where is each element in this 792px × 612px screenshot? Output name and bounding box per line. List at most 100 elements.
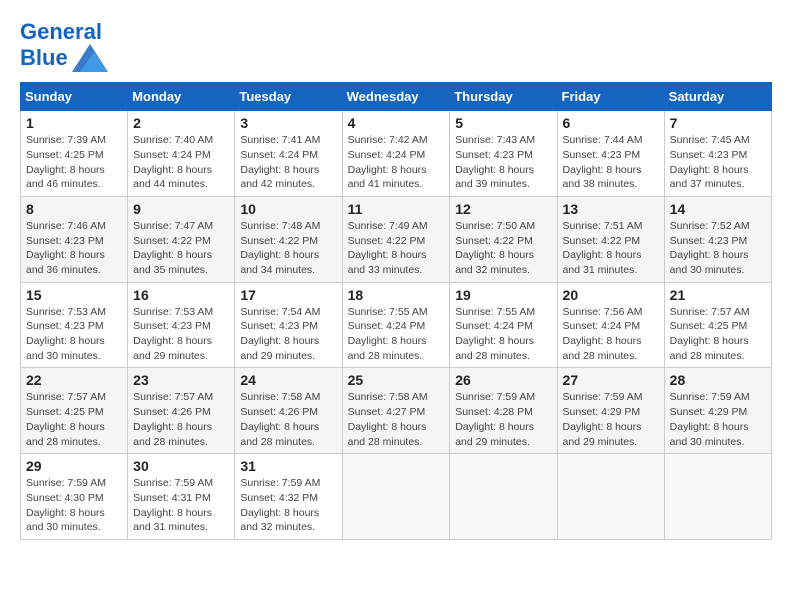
day-info: Sunrise: 7:57 AM Sunset: 4:25 PM Dayligh… bbox=[26, 390, 122, 449]
day-number: 16 bbox=[133, 287, 229, 303]
calendar-cell bbox=[450, 454, 557, 540]
day-number: 29 bbox=[26, 458, 122, 474]
day-info: Sunrise: 7:57 AM Sunset: 4:25 PM Dayligh… bbox=[670, 305, 766, 364]
calendar-table: SundayMondayTuesdayWednesdayThursdayFrid… bbox=[20, 82, 772, 540]
calendar-cell: 11 Sunrise: 7:49 AM Sunset: 4:22 PM Dayl… bbox=[342, 196, 450, 282]
logo: General Blue bbox=[20, 20, 108, 72]
day-number: 25 bbox=[348, 372, 445, 388]
weekday-header-wednesday: Wednesday bbox=[342, 83, 450, 111]
day-info: Sunrise: 7:56 AM Sunset: 4:24 PM Dayligh… bbox=[563, 305, 659, 364]
calendar-cell: 24 Sunrise: 7:58 AM Sunset: 4:26 PM Dayl… bbox=[235, 368, 342, 454]
calendar-cell: 4 Sunrise: 7:42 AM Sunset: 4:24 PM Dayli… bbox=[342, 111, 450, 197]
day-info: Sunrise: 7:59 AM Sunset: 4:30 PM Dayligh… bbox=[26, 476, 122, 535]
day-info: Sunrise: 7:40 AM Sunset: 4:24 PM Dayligh… bbox=[133, 133, 229, 192]
day-info: Sunrise: 7:58 AM Sunset: 4:27 PM Dayligh… bbox=[348, 390, 445, 449]
day-number: 26 bbox=[455, 372, 551, 388]
day-number: 23 bbox=[133, 372, 229, 388]
day-number: 30 bbox=[133, 458, 229, 474]
day-info: Sunrise: 7:59 AM Sunset: 4:32 PM Dayligh… bbox=[240, 476, 336, 535]
day-number: 5 bbox=[455, 115, 551, 131]
day-number: 6 bbox=[563, 115, 659, 131]
day-number: 15 bbox=[26, 287, 122, 303]
calendar-cell: 21 Sunrise: 7:57 AM Sunset: 4:25 PM Dayl… bbox=[664, 282, 771, 368]
logo-text2: Blue bbox=[20, 46, 68, 70]
weekday-header-sunday: Sunday bbox=[21, 83, 128, 111]
calendar-week-2: 8 Sunrise: 7:46 AM Sunset: 4:23 PM Dayli… bbox=[21, 196, 772, 282]
day-info: Sunrise: 7:51 AM Sunset: 4:22 PM Dayligh… bbox=[563, 219, 659, 278]
calendar-cell: 7 Sunrise: 7:45 AM Sunset: 4:23 PM Dayli… bbox=[664, 111, 771, 197]
calendar-cell: 6 Sunrise: 7:44 AM Sunset: 4:23 PM Dayli… bbox=[557, 111, 664, 197]
day-number: 21 bbox=[670, 287, 766, 303]
day-info: Sunrise: 7:52 AM Sunset: 4:23 PM Dayligh… bbox=[670, 219, 766, 278]
calendar-cell: 14 Sunrise: 7:52 AM Sunset: 4:23 PM Dayl… bbox=[664, 196, 771, 282]
calendar-cell: 23 Sunrise: 7:57 AM Sunset: 4:26 PM Dayl… bbox=[128, 368, 235, 454]
day-number: 20 bbox=[563, 287, 659, 303]
calendar-header-row: SundayMondayTuesdayWednesdayThursdayFrid… bbox=[21, 83, 772, 111]
calendar-week-4: 22 Sunrise: 7:57 AM Sunset: 4:25 PM Dayl… bbox=[21, 368, 772, 454]
day-info: Sunrise: 7:54 AM Sunset: 4:23 PM Dayligh… bbox=[240, 305, 336, 364]
day-info: Sunrise: 7:53 AM Sunset: 4:23 PM Dayligh… bbox=[26, 305, 122, 364]
calendar-cell: 8 Sunrise: 7:46 AM Sunset: 4:23 PM Dayli… bbox=[21, 196, 128, 282]
calendar-cell: 15 Sunrise: 7:53 AM Sunset: 4:23 PM Dayl… bbox=[21, 282, 128, 368]
day-info: Sunrise: 7:46 AM Sunset: 4:23 PM Dayligh… bbox=[26, 219, 122, 278]
day-number: 3 bbox=[240, 115, 336, 131]
day-info: Sunrise: 7:45 AM Sunset: 4:23 PM Dayligh… bbox=[670, 133, 766, 192]
day-number: 14 bbox=[670, 201, 766, 217]
day-info: Sunrise: 7:49 AM Sunset: 4:22 PM Dayligh… bbox=[348, 219, 445, 278]
day-number: 1 bbox=[26, 115, 122, 131]
calendar-cell: 28 Sunrise: 7:59 AM Sunset: 4:29 PM Dayl… bbox=[664, 368, 771, 454]
calendar-cell: 18 Sunrise: 7:55 AM Sunset: 4:24 PM Dayl… bbox=[342, 282, 450, 368]
day-info: Sunrise: 7:53 AM Sunset: 4:23 PM Dayligh… bbox=[133, 305, 229, 364]
calendar-cell bbox=[664, 454, 771, 540]
day-info: Sunrise: 7:47 AM Sunset: 4:22 PM Dayligh… bbox=[133, 219, 229, 278]
logo-text: General bbox=[20, 20, 108, 44]
calendar-cell: 5 Sunrise: 7:43 AM Sunset: 4:23 PM Dayli… bbox=[450, 111, 557, 197]
day-info: Sunrise: 7:59 AM Sunset: 4:29 PM Dayligh… bbox=[563, 390, 659, 449]
day-info: Sunrise: 7:58 AM Sunset: 4:26 PM Dayligh… bbox=[240, 390, 336, 449]
calendar-cell: 3 Sunrise: 7:41 AM Sunset: 4:24 PM Dayli… bbox=[235, 111, 342, 197]
day-number: 27 bbox=[563, 372, 659, 388]
day-number: 9 bbox=[133, 201, 229, 217]
calendar-cell: 31 Sunrise: 7:59 AM Sunset: 4:32 PM Dayl… bbox=[235, 454, 342, 540]
day-number: 8 bbox=[26, 201, 122, 217]
calendar-week-5: 29 Sunrise: 7:59 AM Sunset: 4:30 PM Dayl… bbox=[21, 454, 772, 540]
day-info: Sunrise: 7:41 AM Sunset: 4:24 PM Dayligh… bbox=[240, 133, 336, 192]
calendar-cell: 19 Sunrise: 7:55 AM Sunset: 4:24 PM Dayl… bbox=[450, 282, 557, 368]
calendar-cell: 9 Sunrise: 7:47 AM Sunset: 4:22 PM Dayli… bbox=[128, 196, 235, 282]
day-info: Sunrise: 7:59 AM Sunset: 4:29 PM Dayligh… bbox=[670, 390, 766, 449]
calendar-cell: 10 Sunrise: 7:48 AM Sunset: 4:22 PM Dayl… bbox=[235, 196, 342, 282]
calendar-cell: 17 Sunrise: 7:54 AM Sunset: 4:23 PM Dayl… bbox=[235, 282, 342, 368]
day-number: 19 bbox=[455, 287, 551, 303]
day-number: 28 bbox=[670, 372, 766, 388]
weekday-header-saturday: Saturday bbox=[664, 83, 771, 111]
calendar-cell: 16 Sunrise: 7:53 AM Sunset: 4:23 PM Dayl… bbox=[128, 282, 235, 368]
day-info: Sunrise: 7:48 AM Sunset: 4:22 PM Dayligh… bbox=[240, 219, 336, 278]
day-number: 18 bbox=[348, 287, 445, 303]
day-number: 31 bbox=[240, 458, 336, 474]
weekday-header-tuesday: Tuesday bbox=[235, 83, 342, 111]
day-number: 4 bbox=[348, 115, 445, 131]
calendar-cell: 13 Sunrise: 7:51 AM Sunset: 4:22 PM Dayl… bbox=[557, 196, 664, 282]
day-info: Sunrise: 7:50 AM Sunset: 4:22 PM Dayligh… bbox=[455, 219, 551, 278]
day-info: Sunrise: 7:59 AM Sunset: 4:31 PM Dayligh… bbox=[133, 476, 229, 535]
calendar-cell bbox=[557, 454, 664, 540]
weekday-header-thursday: Thursday bbox=[450, 83, 557, 111]
calendar-cell: 1 Sunrise: 7:39 AM Sunset: 4:25 PM Dayli… bbox=[21, 111, 128, 197]
day-info: Sunrise: 7:59 AM Sunset: 4:28 PM Dayligh… bbox=[455, 390, 551, 449]
calendar-week-1: 1 Sunrise: 7:39 AM Sunset: 4:25 PM Dayli… bbox=[21, 111, 772, 197]
weekday-header-friday: Friday bbox=[557, 83, 664, 111]
day-number: 2 bbox=[133, 115, 229, 131]
day-info: Sunrise: 7:44 AM Sunset: 4:23 PM Dayligh… bbox=[563, 133, 659, 192]
day-info: Sunrise: 7:55 AM Sunset: 4:24 PM Dayligh… bbox=[455, 305, 551, 364]
day-info: Sunrise: 7:57 AM Sunset: 4:26 PM Dayligh… bbox=[133, 390, 229, 449]
calendar-cell: 26 Sunrise: 7:59 AM Sunset: 4:28 PM Dayl… bbox=[450, 368, 557, 454]
logo-icon bbox=[72, 44, 108, 72]
page-header: General Blue bbox=[20, 20, 772, 72]
day-number: 12 bbox=[455, 201, 551, 217]
day-info: Sunrise: 7:42 AM Sunset: 4:24 PM Dayligh… bbox=[348, 133, 445, 192]
calendar-cell: 27 Sunrise: 7:59 AM Sunset: 4:29 PM Dayl… bbox=[557, 368, 664, 454]
day-number: 10 bbox=[240, 201, 336, 217]
day-info: Sunrise: 7:43 AM Sunset: 4:23 PM Dayligh… bbox=[455, 133, 551, 192]
day-info: Sunrise: 7:55 AM Sunset: 4:24 PM Dayligh… bbox=[348, 305, 445, 364]
calendar-cell bbox=[342, 454, 450, 540]
